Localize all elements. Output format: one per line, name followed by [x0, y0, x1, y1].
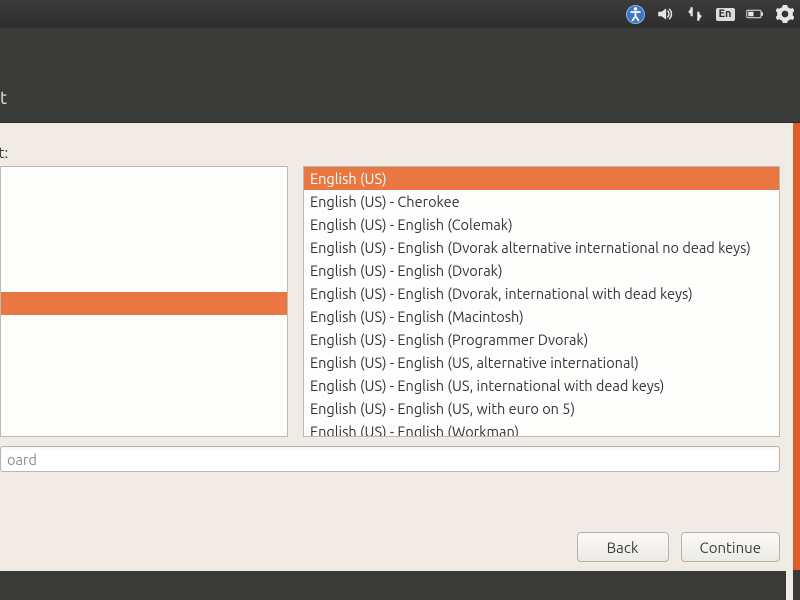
keyboard-test-input[interactable]: oard [0, 446, 780, 472]
top-panel: En [0, 0, 800, 28]
layout-variant-row[interactable]: English (US) - English (US, with euro on… [304, 397, 779, 420]
layout-variant-list[interactable]: English (US)English (US) - CherokeeEngli… [303, 166, 780, 437]
layout-variant-row[interactable]: English (US) - English (Dvorak, internat… [304, 282, 779, 305]
battery-icon[interactable] [746, 5, 764, 23]
layout-variant-row[interactable]: English (US) - English (Workman) [304, 420, 779, 437]
nav-button-row: Back Continue [577, 532, 780, 562]
layout-variant-row[interactable]: English (US) - English (Macintosh) [304, 305, 779, 328]
settings-icon[interactable] [776, 5, 794, 23]
network-icon[interactable] [686, 5, 704, 23]
footer-strip [0, 571, 786, 600]
installer-header: t [0, 28, 800, 123]
layout-variant-row[interactable]: English (US) - English (Dvorak) [304, 259, 779, 282]
layout-hint-label: ut: [0, 144, 8, 161]
layout-variant-row[interactable]: English (US) - English (Programmer Dvora… [304, 328, 779, 351]
layout-variant-row[interactable]: English (US) - English (US, internationa… [304, 374, 779, 397]
layout-variant-row[interactable]: English (US) - English (US, alternative … [304, 351, 779, 374]
decorative-right-edge [793, 123, 800, 600]
volume-icon[interactable] [656, 5, 674, 23]
layout-variant-row[interactable]: English (US) [304, 167, 779, 190]
keyboard-test-placeholder: oard [7, 451, 37, 468]
layout-language-list[interactable] [0, 166, 288, 437]
page-title: t [0, 88, 7, 108]
back-button[interactable]: Back [577, 532, 669, 562]
continue-button[interactable]: Continue [681, 532, 780, 562]
layout-language-selected-row[interactable] [1, 292, 287, 315]
content-area: ut: English (US)English (US) - CherokeeE… [0, 123, 793, 600]
layout-variant-row[interactable]: English (US) - Cherokee [304, 190, 779, 213]
layout-variant-row[interactable]: English (US) - English (Dvorak alternati… [304, 236, 779, 259]
accessibility-icon[interactable] [626, 5, 644, 23]
input-method-icon[interactable]: En [716, 5, 734, 23]
layout-variant-row[interactable]: English (US) - English (Colemak) [304, 213, 779, 236]
